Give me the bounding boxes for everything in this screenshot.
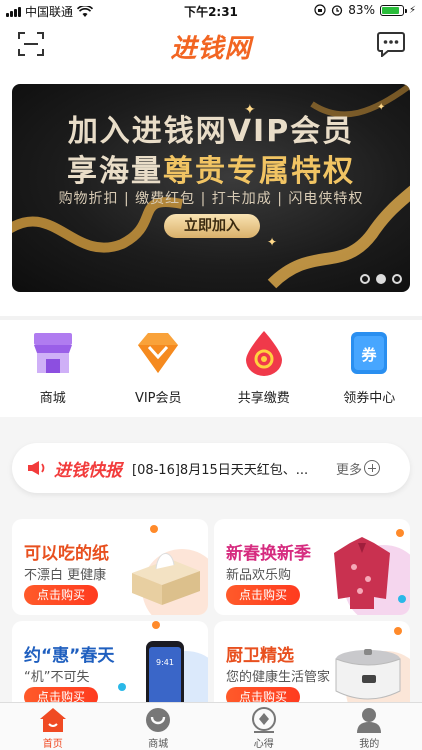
blouse-image bbox=[334, 529, 410, 615]
tab-store[interactable]: 商城 bbox=[106, 703, 212, 750]
tab-profile[interactable]: 我的 bbox=[317, 703, 422, 750]
card-subtitle: “机”不可失 bbox=[24, 670, 90, 685]
category-label: 领券中心 bbox=[343, 391, 396, 406]
category-coupon[interactable]: 券 领券中心 bbox=[317, 320, 422, 417]
buy-button[interactable]: 点击购买 bbox=[24, 585, 98, 605]
card-title: 可以吃的纸 bbox=[24, 544, 109, 564]
banner-title-line2: 享海量尊贵专属特权 bbox=[12, 146, 410, 190]
svg-text:✦: ✦ bbox=[267, 235, 277, 249]
news-section: 进钱快报 [08-16]8月15日天天红包、... 更多 bbox=[0, 417, 422, 517]
vip-diamond-icon bbox=[138, 333, 179, 373]
category-label: VIP会员 bbox=[134, 391, 182, 406]
category-label: 共享缴费 bbox=[237, 391, 290, 406]
store-tab-icon bbox=[146, 708, 171, 732]
svg-text:券: 券 bbox=[362, 346, 378, 364]
status-bar: 中国联通 下午2:31 83% ⚡ bbox=[0, 0, 422, 22]
tab-label: 商城 bbox=[148, 739, 169, 750]
category-payment[interactable]: 共享缴费 bbox=[211, 320, 317, 417]
card-title: 新春换新季 bbox=[226, 544, 311, 564]
app-screen: 中国联通 下午2:31 83% ⚡ 进钱网 ✦ ✦ ✦ 加入进钱网VIP会员 享… bbox=[0, 0, 422, 750]
category-label: 商城 bbox=[39, 391, 66, 406]
category-vip[interactable]: VIP会员 bbox=[106, 320, 212, 417]
category-store[interactable]: 商城 bbox=[0, 320, 106, 417]
profile-icon bbox=[357, 708, 382, 733]
carousel-dot[interactable] bbox=[392, 274, 402, 284]
plus-circle-icon bbox=[364, 460, 381, 476]
card-title: 约“惠”春天 bbox=[24, 646, 115, 666]
megaphone-icon bbox=[28, 461, 45, 475]
news-brand: 进钱快报 bbox=[54, 460, 122, 481]
promo-card-tissue[interactable]: 可以吃的纸 不漂白 更健康 点击购买 bbox=[12, 519, 208, 615]
banner-subtitle: 购物折扣 | 缴费红包 | 打卡加成 | 闪电侠特权 bbox=[58, 191, 364, 207]
promo-card-fashion[interactable]: 新春换新季 新品欢乐购 点击购买 bbox=[214, 519, 410, 615]
tissue-box-image bbox=[132, 525, 208, 615]
tab-label: 心得 bbox=[253, 739, 274, 750]
home-icon bbox=[39, 708, 66, 732]
app-header: 进钱网 bbox=[0, 22, 422, 66]
tab-home[interactable]: 首页 bbox=[0, 703, 106, 750]
bottom-tab-bar: 首页 商城 心得 我的 bbox=[0, 702, 422, 750]
tab-label: 我的 bbox=[359, 739, 380, 750]
vip-banner[interactable]: ✦ ✦ ✦ 加入进钱网VIP会员 享海量尊贵专属特权 购物折扣 | 缴费红包 |… bbox=[12, 84, 410, 292]
battery-percent: 83% bbox=[348, 3, 375, 17]
category-grid: 商城 VIP会员 共享缴费 券 领券中心 bbox=[0, 320, 422, 417]
promo-cards: 可以吃的纸 不漂白 更健康 点击购买 新春换新季 新品欢乐购 点击购买 约“惠”… bbox=[0, 517, 422, 717]
card-subtitle: 新品欢乐购 bbox=[226, 568, 292, 583]
store-icon bbox=[33, 333, 72, 373]
carousel-dot-active[interactable] bbox=[376, 274, 386, 284]
battery-icon bbox=[379, 4, 407, 16]
banner-title-line2-a: 享海量 bbox=[67, 154, 163, 189]
status-right: 83% ⚡ bbox=[314, 3, 416, 17]
buy-button[interactable]: 点击购买 bbox=[226, 585, 300, 605]
news-more-label: 更多 bbox=[336, 462, 363, 478]
banner-title-line2-b: 尊贵专属特权 bbox=[163, 154, 355, 189]
alarm-icon bbox=[332, 5, 343, 16]
news-more-link[interactable]: 更多 bbox=[336, 459, 381, 478]
news-ticker[interactable]: 进钱快报 [08-16]8月15日天天红包、... 更多 bbox=[12, 443, 410, 493]
news-headline[interactable]: [08-16]8月15日天天红包、... bbox=[132, 459, 328, 478]
message-icon[interactable] bbox=[377, 31, 405, 57]
charging-icon: ⚡ bbox=[408, 4, 416, 16]
card-subtitle: 不漂白 更健康 bbox=[24, 568, 107, 583]
payment-drop-icon bbox=[245, 331, 282, 376]
banner-title-line1: 加入进钱网VIP会员 bbox=[67, 114, 355, 149]
orientation-lock-icon bbox=[314, 4, 326, 16]
tab-label: 首页 bbox=[42, 739, 63, 750]
insight-icon bbox=[251, 707, 276, 733]
card-title: 厨卫精选 bbox=[226, 646, 294, 666]
carousel-dot[interactable] bbox=[360, 274, 370, 284]
coupon-icon: 券 bbox=[351, 332, 388, 374]
carousel-indicator bbox=[360, 274, 402, 284]
banner-section: ✦ ✦ ✦ 加入进钱网VIP会员 享海量尊贵专属特权 购物折扣 | 缴费红包 |… bbox=[0, 66, 422, 316]
svg-text:9:41: 9:41 bbox=[156, 658, 174, 667]
app-logo: 进钱网 bbox=[170, 34, 252, 64]
join-now-button[interactable]: 立即加入 bbox=[164, 214, 260, 238]
tab-insight[interactable]: 心得 bbox=[211, 703, 317, 750]
